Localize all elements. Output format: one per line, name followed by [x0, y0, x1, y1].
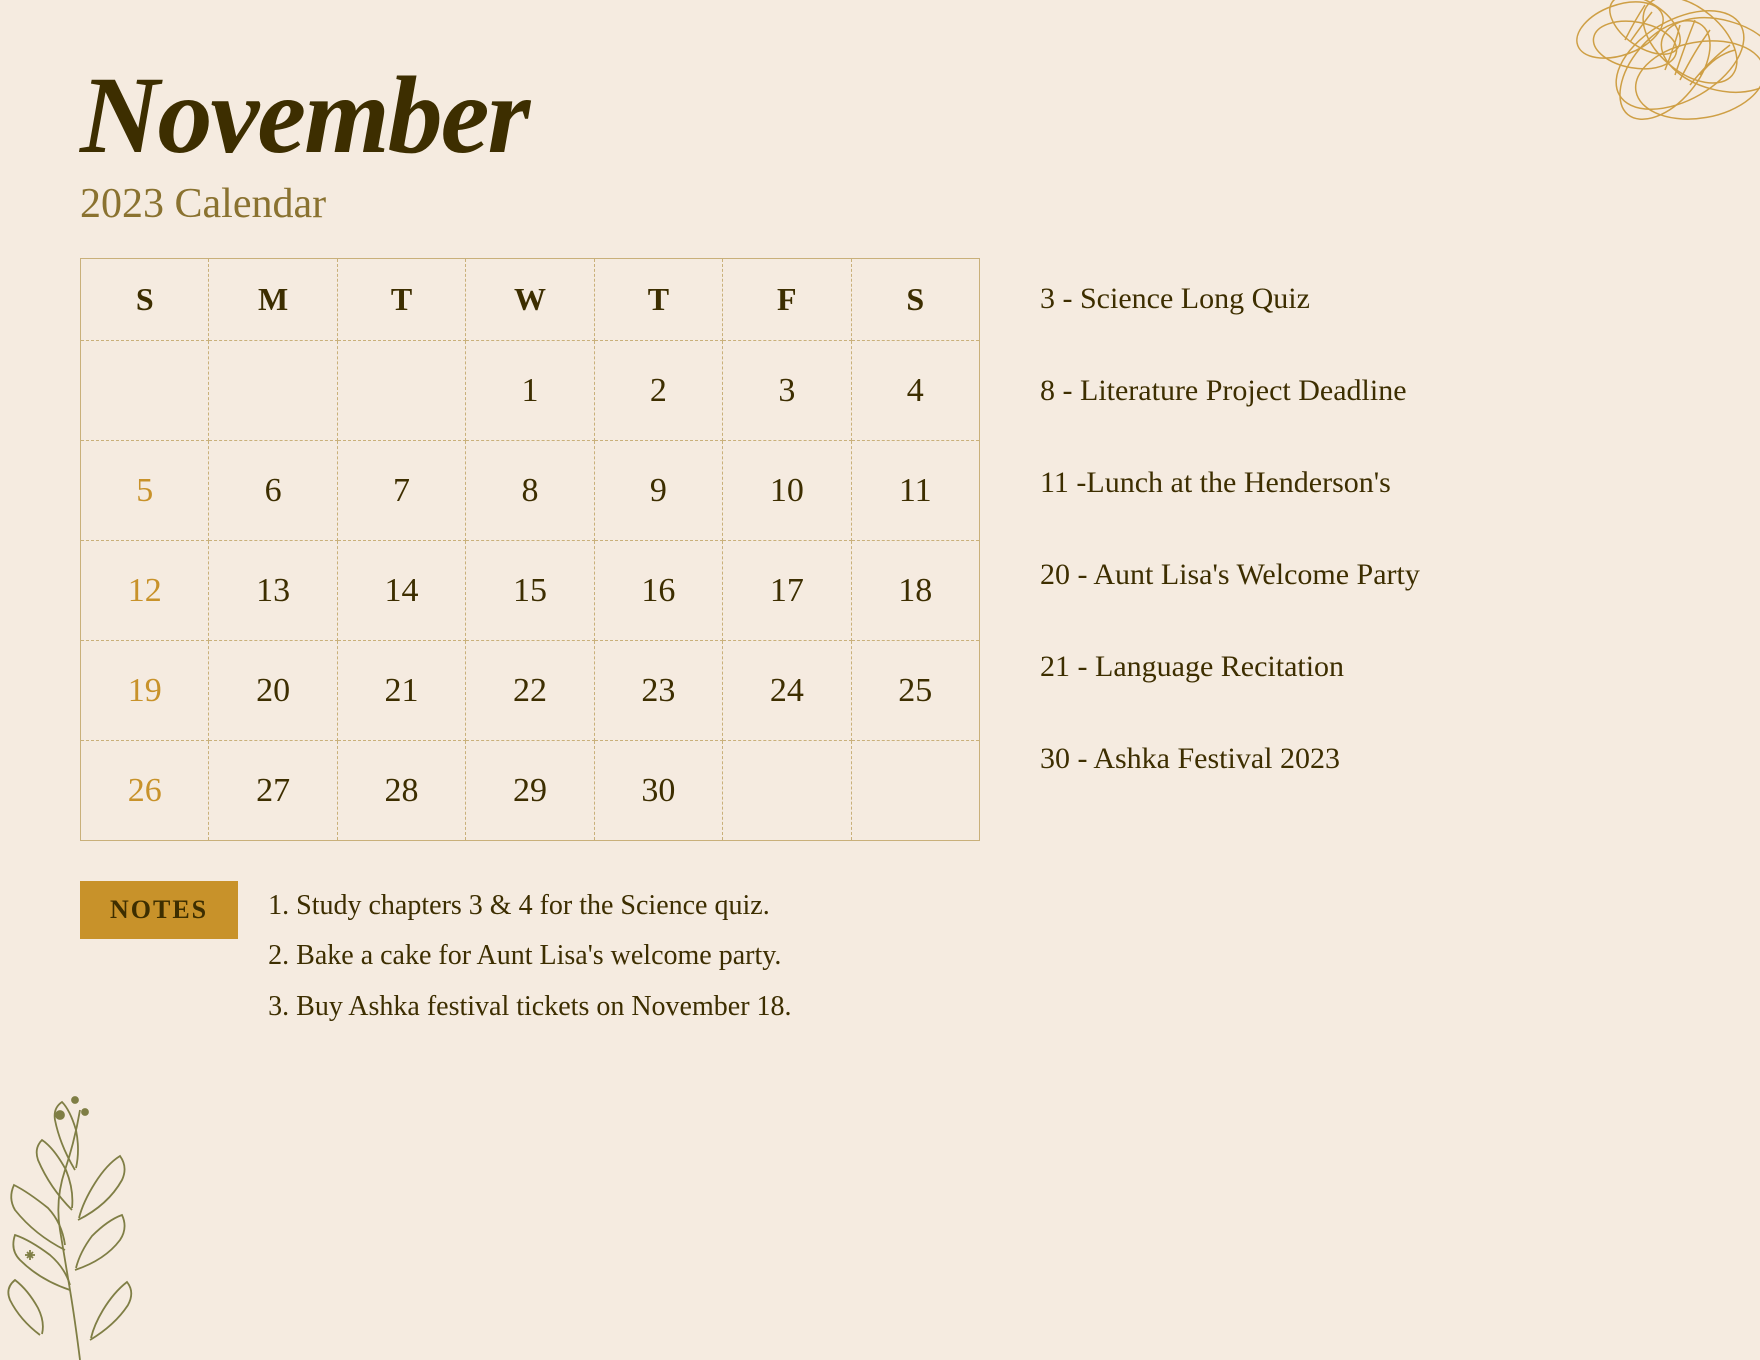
- calendar-week-4: 2627282930: [81, 741, 980, 841]
- day-header-tue: T: [337, 259, 465, 341]
- notes-section: NOTES 1. Study chapters 3 & 4 for the Sc…: [80, 881, 980, 1032]
- events-section: 3 - Science Long Quiz 8 - Literature Pro…: [1040, 258, 1680, 830]
- calendar-table: S M T W T F S 12345678910111213141516171…: [80, 258, 980, 841]
- calendar-day-2-1: 13: [209, 541, 337, 641]
- event-item-0: 3 - Science Long Quiz: [1040, 278, 1680, 320]
- event-item-1: 8 - Literature Project Deadline: [1040, 370, 1680, 412]
- calendar-day-0-1: [209, 341, 337, 441]
- calendar-day-0-4: 2: [594, 341, 722, 441]
- calendar-day-0-5: 3: [723, 341, 851, 441]
- calendar-body: 1234567891011121314151617181920212223242…: [81, 341, 980, 841]
- day-header-fri: F: [723, 259, 851, 341]
- calendar-day-2-5: 17: [723, 541, 851, 641]
- calendar-day-1-3: 8: [466, 441, 594, 541]
- calendar-day-1-5: 10: [723, 441, 851, 541]
- calendar-day-2-4: 16: [594, 541, 722, 641]
- calendar-day-3-6: 25: [851, 641, 979, 741]
- calendar-day-0-0: [81, 341, 209, 441]
- calendar-day-0-2: [337, 341, 465, 441]
- calendar-day-4-3: 29: [466, 741, 594, 841]
- header-section: November 2023 Calendar: [80, 60, 1680, 228]
- calendar-week-1: 567891011: [81, 441, 980, 541]
- calendar-day-3-3: 22: [466, 641, 594, 741]
- calendar-day-1-6: 11: [851, 441, 979, 541]
- calendar-day-2-3: 15: [466, 541, 594, 641]
- calendar-week-0: 1234: [81, 341, 980, 441]
- calendar-day-4-4: 30: [594, 741, 722, 841]
- notes-label: NOTES: [80, 881, 238, 939]
- notes-content: 1. Study chapters 3 & 4 for the Science …: [268, 881, 791, 1032]
- calendar-day-2-6: 18: [851, 541, 979, 641]
- note-item-3: 3. Buy Ashka festival tickets on Novembe…: [268, 982, 791, 1032]
- calendar-day-4-0: 26: [81, 741, 209, 841]
- day-header-thu: T: [594, 259, 722, 341]
- main-content: S M T W T F S 12345678910111213141516171…: [80, 258, 1680, 1032]
- calendar-day-2-0: 12: [81, 541, 209, 641]
- event-item-5: 30 - Ashka Festival 2023: [1040, 738, 1680, 780]
- day-header-sun: S: [81, 259, 209, 341]
- calendar-day-1-1: 6: [209, 441, 337, 541]
- calendar-section: S M T W T F S 12345678910111213141516171…: [80, 258, 980, 1032]
- calendar-day-0-6: 4: [851, 341, 979, 441]
- note-item-2: 2. Bake a cake for Aunt Lisa's welcome p…: [268, 931, 791, 981]
- month-title: November: [80, 60, 1680, 170]
- calendar-week-3: 19202122232425: [81, 641, 980, 741]
- calendar-day-1-2: 7: [337, 441, 465, 541]
- calendar-day-0-3: 1: [466, 341, 594, 441]
- year-subtitle: 2023 Calendar: [80, 180, 1680, 228]
- calendar-day-4-5: [723, 741, 851, 841]
- calendar-day-1-0: 5: [81, 441, 209, 541]
- calendar-day-3-0: 19: [81, 641, 209, 741]
- event-item-2: 11 -Lunch at the Henderson's: [1040, 462, 1680, 504]
- event-item-4: 21 - Language Recitation: [1040, 646, 1680, 688]
- calendar-day-3-4: 23: [594, 641, 722, 741]
- calendar-day-4-2: 28: [337, 741, 465, 841]
- calendar-day-3-1: 20: [209, 641, 337, 741]
- note-item-1: 1. Study chapters 3 & 4 for the Science …: [268, 881, 791, 931]
- calendar-day-3-5: 24: [723, 641, 851, 741]
- page-container: November 2023 Calendar S M T W T F S: [0, 0, 1760, 1360]
- calendar-day-4-6: [851, 741, 979, 841]
- calendar-day-2-2: 14: [337, 541, 465, 641]
- calendar-day-3-2: 21: [337, 641, 465, 741]
- day-header-wed: W: [466, 259, 594, 341]
- event-item-3: 20 - Aunt Lisa's Welcome Party: [1040, 554, 1680, 596]
- calendar-day-4-1: 27: [209, 741, 337, 841]
- day-header-sat: S: [851, 259, 979, 341]
- calendar-day-1-4: 9: [594, 441, 722, 541]
- plant-decoration-bottom-left: [0, 1040, 200, 1360]
- calendar-header-row: S M T W T F S: [81, 259, 980, 341]
- calendar-week-2: 12131415161718: [81, 541, 980, 641]
- day-header-mon: M: [209, 259, 337, 341]
